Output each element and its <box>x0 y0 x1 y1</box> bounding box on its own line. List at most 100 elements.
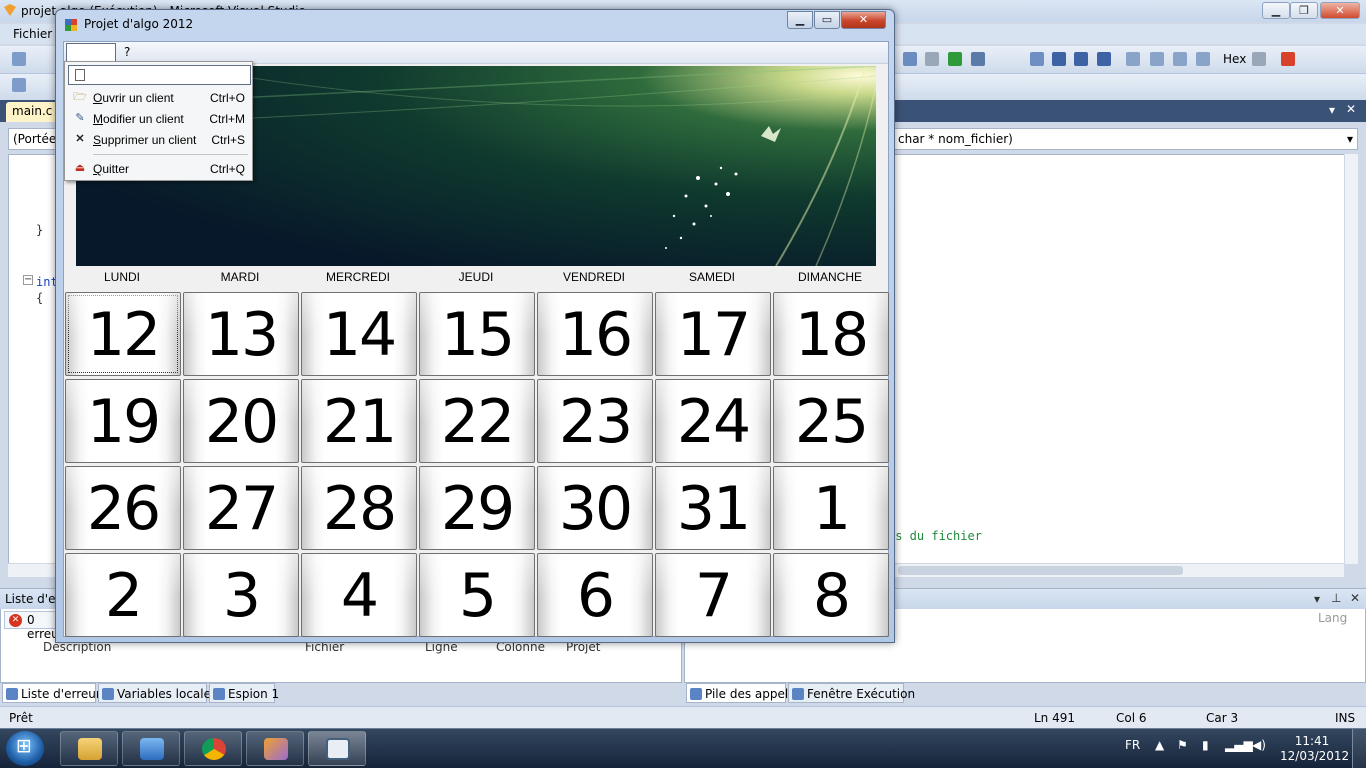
calendar-day-button[interactable]: 31 <box>655 466 771 550</box>
action-center-icon[interactable]: ⚑ <box>1177 738 1188 752</box>
ide-restore-button[interactable]: ❐ <box>1290 2 1318 19</box>
ide-minimize-button[interactable]: ▁ <box>1262 2 1290 19</box>
menu-item-edit-client[interactable]: ✎ Modifier un client Ctrl+M <box>68 108 251 129</box>
tab-error-list[interactable]: Liste d'erreurs <box>2 683 107 703</box>
calendar-day-number: 3 <box>222 561 261 631</box>
taskbar-explorer[interactable] <box>60 731 118 766</box>
run-icon[interactable] <box>948 52 962 66</box>
calendar-day-number: 12 <box>86 300 161 370</box>
tab-dropdown-icon[interactable]: ▾ <box>1329 103 1335 117</box>
maximize-button[interactable]: ▭ <box>814 11 840 29</box>
calendar-day-button[interactable]: 14 <box>301 292 417 376</box>
calendar-day-button[interactable]: 4 <box>301 553 417 637</box>
close-panel-icon[interactable]: ✕ <box>1350 591 1360 605</box>
pause-icon[interactable] <box>1052 52 1066 66</box>
solution-explorer-icon[interactable] <box>12 78 26 92</box>
close-tab-icon[interactable]: ✕ <box>1346 102 1356 116</box>
continue-icon[interactable] <box>1030 52 1044 66</box>
calendar-day-button[interactable]: 28 <box>301 466 417 550</box>
step-into-icon[interactable] <box>1126 52 1140 66</box>
calendar-day-button[interactable]: 5 <box>419 553 535 637</box>
taskbar-chrome[interactable] <box>184 731 242 766</box>
calendar-day-button[interactable]: 13 <box>183 292 299 376</box>
tab-call-stack[interactable]: Pile des appels <box>686 683 794 703</box>
tab-locals[interactable]: Variables locales <box>98 683 217 703</box>
hex-toggle[interactable]: Hex <box>1223 52 1246 66</box>
new-project-icon[interactable] <box>12 52 26 66</box>
restart-icon[interactable] <box>1097 52 1111 66</box>
taskbar-clock[interactable]: 11:41 12/03/2012 <box>1280 734 1350 764</box>
menu-item-delete-client[interactable]: ✕ Supprimer un client Ctrl+S <box>68 129 251 150</box>
calendar-day-button[interactable]: 23 <box>537 379 653 463</box>
toolbar-icon[interactable] <box>903 52 917 66</box>
errors-filter-button[interactable]: ✕ 0 erreurs <box>4 611 70 641</box>
immediate-icon <box>792 688 804 700</box>
calendar-day-button[interactable]: 27 <box>183 466 299 550</box>
calendar-day-button[interactable]: 26 <box>65 466 181 550</box>
weekday-header: LUNDI MARDI MERCREDI JEUDI VENDREDI SAME… <box>64 270 888 292</box>
calendar-day-button[interactable]: 17 <box>655 292 771 376</box>
calendar-day-button[interactable]: 2 <box>65 553 181 637</box>
calendar-day-button[interactable]: 8 <box>773 553 889 637</box>
minimize-button[interactable]: ▁ <box>787 11 813 29</box>
tools-icon[interactable] <box>925 52 939 66</box>
menu-item-open-client[interactable]: 🗁 Ouvrir un client Ctrl+O <box>68 87 251 108</box>
calendar-day-button[interactable]: 6 <box>537 553 653 637</box>
function-combo[interactable]: char * nom_fichier) ▾ <box>893 128 1358 150</box>
step-over-icon[interactable] <box>1150 52 1164 66</box>
start-button[interactable] <box>6 731 44 766</box>
tab-watch[interactable]: Espion 1 <box>209 683 279 703</box>
menu-help[interactable]: ? <box>124 45 130 59</box>
panel-dropdown-icon[interactable]: ▾ <box>1314 592 1320 606</box>
calendar-day-button[interactable]: 22 <box>419 379 535 463</box>
debug-settings-icon[interactable] <box>1252 52 1266 66</box>
calendar-day-number: 7 <box>694 561 733 631</box>
calendar-day-button[interactable]: 21 <box>301 379 417 463</box>
input-language[interactable]: FR <box>1125 738 1140 752</box>
calendar-day-button[interactable]: 16 <box>537 292 653 376</box>
volume-icon[interactable]: ◀) <box>1252 738 1266 752</box>
calendar-day-button[interactable]: 15 <box>419 292 535 376</box>
step-out-icon[interactable] <box>1173 52 1187 66</box>
app-title: Projet d'algo 2012 <box>84 17 194 31</box>
menu-item-label: Quitter <box>93 162 130 176</box>
pin-icon[interactable]: ⊥ <box>1331 591 1341 605</box>
close-button[interactable]: ✕ <box>841 11 886 29</box>
taskbar-visual-studio[interactable] <box>246 731 304 766</box>
tab-label: Fenêtre Exécution <box>807 687 916 701</box>
calendar-day-button[interactable]: 3 <box>183 553 299 637</box>
status-column: Col 6 <box>1116 711 1147 725</box>
menu-item-shortcut: Ctrl+M <box>209 112 245 126</box>
calendar-day-button[interactable]: 7 <box>655 553 771 637</box>
calendar-day-button[interactable]: 25 <box>773 379 889 463</box>
stop-icon[interactable] <box>1074 52 1088 66</box>
network-icon[interactable]: ▂▄▆ <box>1225 738 1253 752</box>
collapse-icon[interactable]: − <box>23 275 33 285</box>
editor-vertical-scrollbar[interactable] <box>1344 154 1358 564</box>
scope-combo[interactable]: (Portée globale) <box>8 128 56 150</box>
ide-close-button[interactable]: ✕ <box>1320 2 1360 19</box>
window-icon[interactable] <box>971 52 985 66</box>
menu-item-shortcut: Ctrl+O <box>209 91 245 105</box>
clock-date: 12/03/2012 <box>1280 749 1350 763</box>
menu-item-quit[interactable]: ⏏ Quitter Ctrl+Q <box>68 158 251 179</box>
power-icon[interactable]: ▮ <box>1202 738 1209 752</box>
calendar-day-button[interactable]: 12 <box>65 292 181 376</box>
scrollbar-thumb[interactable] <box>898 566 1183 575</box>
calendar-day-button[interactable]: 19 <box>65 379 181 463</box>
taskbar-app-window[interactable] <box>308 731 366 766</box>
calendar-day-button[interactable]: 1 <box>773 466 889 550</box>
menu-fichier[interactable] <box>66 43 116 63</box>
calendar-day-button[interactable]: 20 <box>183 379 299 463</box>
show-hidden-icons-icon[interactable]: ▲ <box>1155 738 1164 752</box>
calendar-day-button[interactable]: 18 <box>773 292 889 376</box>
show-desktop-button[interactable] <box>1352 729 1366 768</box>
calendar-day-button[interactable]: 30 <box>537 466 653 550</box>
calendar-day-button[interactable]: 24 <box>655 379 771 463</box>
ide-menu-fichier[interactable]: Fichier <box>13 27 52 41</box>
taskbar-media-player[interactable] <box>122 731 180 766</box>
calendar-day-button[interactable]: 29 <box>419 466 535 550</box>
tab-immediate[interactable]: Fenêtre Exécution <box>788 683 915 703</box>
breakpoint-icon[interactable] <box>1281 52 1295 66</box>
show-next-icon[interactable] <box>1196 52 1210 66</box>
